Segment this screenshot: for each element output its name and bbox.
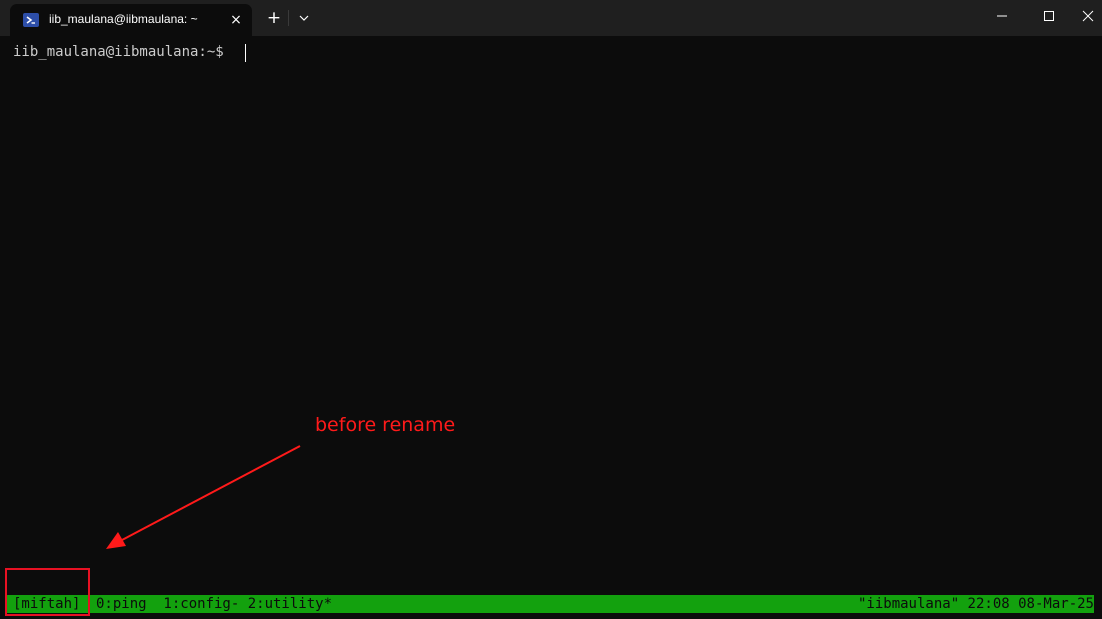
minimize-icon	[997, 15, 1007, 17]
new-tab-button[interactable]: +	[262, 8, 286, 28]
terminal-output[interactable]: iib_maulana@iibmaulana:~$	[0, 36, 1102, 619]
annotation-highlight-box	[5, 568, 90, 616]
close-icon[interactable]: ×	[228, 12, 244, 28]
powershell-icon	[23, 13, 39, 27]
tab-title: iib_maulana@iibmaulana: ~	[49, 12, 198, 26]
close-icon	[1082, 10, 1094, 22]
shell-prompt: iib_maulana@iibmaulana:~$	[13, 44, 224, 60]
terminal-window: iib_maulana@iibmaulana: ~ × + iib_maulan…	[0, 0, 1102, 619]
window-list: 0:ping 1:config- 2:utility*	[96, 596, 333, 612]
tmux-status-bar: [miftah] 0:ping 1:config- 2:utility* "ii…	[5, 595, 1094, 613]
tab-dropdown-button[interactable]	[292, 8, 316, 28]
text-cursor	[245, 44, 246, 62]
divider	[288, 10, 289, 26]
annotation-label: before rename	[315, 414, 456, 436]
window-close-button[interactable]	[1064, 0, 1102, 32]
status-right: "iibmaulana" 22:08 08-Mar-25	[857, 596, 1094, 612]
tab-terminal[interactable]: iib_maulana@iibmaulana: ~ ×	[10, 4, 252, 36]
title-bar: iib_maulana@iibmaulana: ~ × +	[0, 0, 1102, 36]
minimize-button[interactable]	[978, 0, 1024, 32]
maximize-icon	[1044, 11, 1054, 21]
chevron-down-icon	[299, 15, 309, 21]
